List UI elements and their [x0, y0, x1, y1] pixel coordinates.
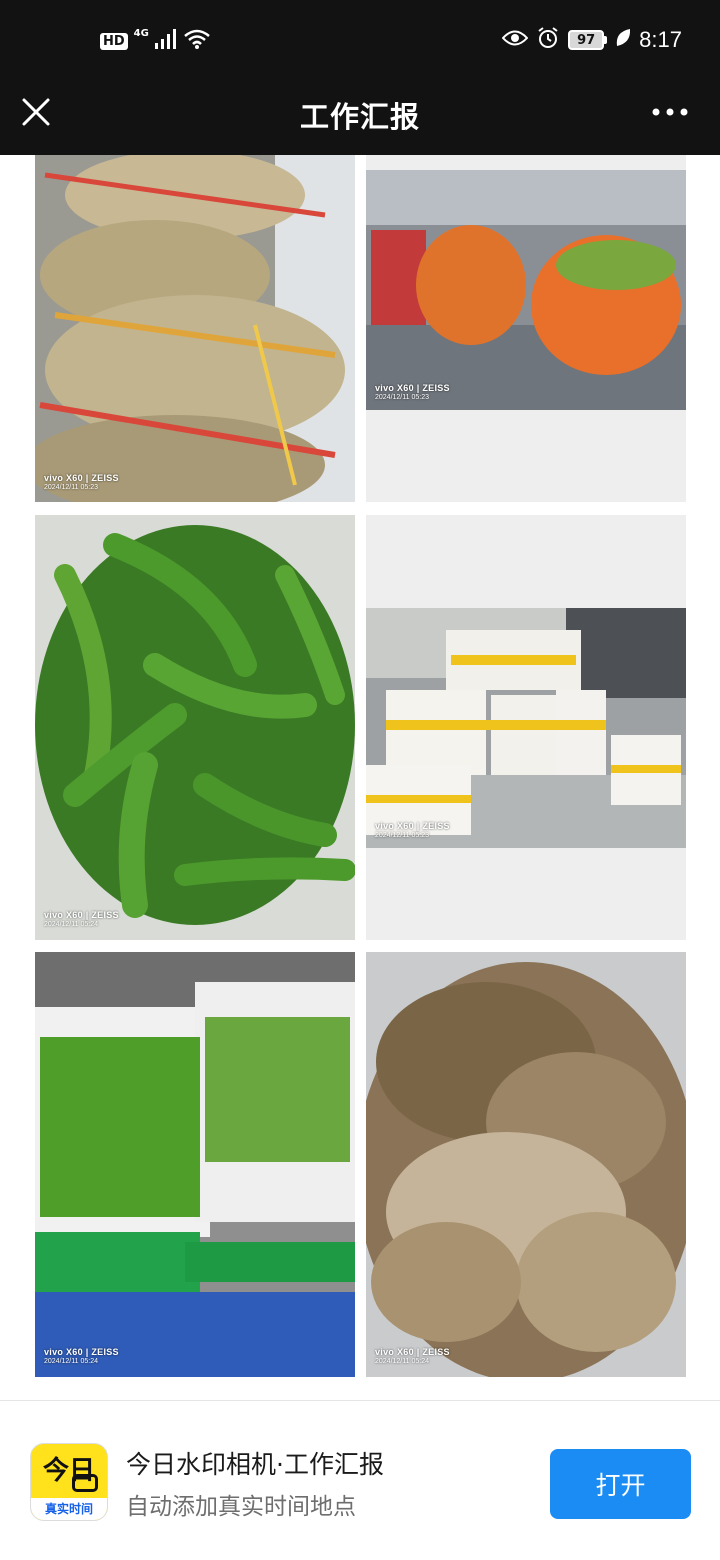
more-icon [652, 108, 688, 116]
photo-potatoes[interactable]: vivo X60 | ZEISS 2024/12/11 05:23 [35, 155, 355, 502]
watermark-brand: vivo X60 | ZEISS [44, 910, 119, 920]
alarm-icon [536, 26, 560, 54]
photo-watermark: vivo X60 | ZEISS 2024/12/11 05:23 [375, 821, 450, 839]
status-left: HD 4G [100, 28, 211, 54]
photo-grid: vivo X60 | ZEISS 2024/12/11 05:23 vivo X… [0, 155, 720, 1400]
more-button[interactable] [650, 102, 690, 122]
photo-packaged-tofu[interactable]: vivo X60 | ZEISS 2024/12/11 05:23 [366, 515, 686, 940]
page-title: 工作汇报 [299, 100, 420, 134]
app-icon-text-bottom: 真实时间 [31, 1498, 107, 1520]
watermark-brand: vivo X60 | ZEISS [44, 1347, 119, 1357]
app-name: 今日水印相机·工作汇报 [126, 1450, 384, 1479]
status-time: 8:17 [639, 27, 682, 52]
title-bar: 工作汇报 [0, 80, 720, 155]
eye-icon [501, 29, 529, 51]
watermark-time: 2024/12/11 05:23 [375, 394, 429, 401]
app-icon[interactable]: 今日 真实时间 [30, 1443, 108, 1521]
photo-watermark: vivo X60 | ZEISS 2024/12/11 05:23 [375, 383, 450, 401]
watermark-time: 2024/12/11 05:24 [44, 921, 98, 928]
app-banner: 今日 真实时间 今日水印相机·工作汇报 自动添加真实时间地点 打开 [0, 1400, 720, 1560]
watermark-time: 2024/12/11 05:24 [375, 1358, 429, 1365]
photo-watermark: vivo X60 | ZEISS 2024/12/11 05:24 [44, 910, 119, 928]
watermark-brand: vivo X60 | ZEISS [375, 383, 450, 393]
app-description: 自动添加真实时间地点 [126, 1494, 356, 1520]
watermark-brand: vivo X60 | ZEISS [375, 821, 450, 831]
photo-vegetable-crates[interactable]: vivo X60 | ZEISS 2024/12/11 05:24 [35, 952, 355, 1377]
photo-green-peppers[interactable]: vivo X60 | ZEISS 2024/12/11 05:24 [35, 515, 355, 940]
hd-badge: HD [100, 32, 128, 50]
status-bar: HD 4G 97 8:17 [0, 0, 720, 80]
top-bar: HD 4G 97 8:17 工作汇报 [0, 0, 720, 155]
watermark-time: 2024/12/11 05:23 [375, 832, 429, 839]
photo-watermark: vivo X60 | ZEISS 2024/12/11 05:24 [44, 1347, 119, 1365]
photo-ginger[interactable]: vivo X60 | ZEISS 2024/12/11 05:24 [366, 952, 686, 1377]
watermark-time: 2024/12/11 05:24 [44, 1358, 98, 1365]
battery-level: 97 [568, 30, 605, 50]
status-right: 97 8:17 [501, 26, 682, 54]
battery-icon: 97 [568, 30, 608, 50]
signal-icon [154, 29, 177, 53]
camera-icon [72, 1474, 98, 1492]
leaf-icon [615, 28, 631, 52]
network-label: 4G [133, 27, 149, 39]
watermark-time: 2024/12/11 05:23 [44, 484, 98, 491]
watermark-brand: vivo X60 | ZEISS [375, 1347, 450, 1357]
photo-watermark: vivo X60 | ZEISS 2024/12/11 05:23 [44, 473, 119, 491]
wifi-icon [183, 28, 211, 54]
photo-carrots[interactable]: vivo X60 | ZEISS 2024/12/11 05:23 [366, 155, 686, 502]
watermark-brand: vivo X60 | ZEISS [44, 473, 119, 483]
photo-watermark: vivo X60 | ZEISS 2024/12/11 05:24 [375, 1347, 450, 1365]
open-button[interactable]: 打开 [550, 1449, 691, 1519]
